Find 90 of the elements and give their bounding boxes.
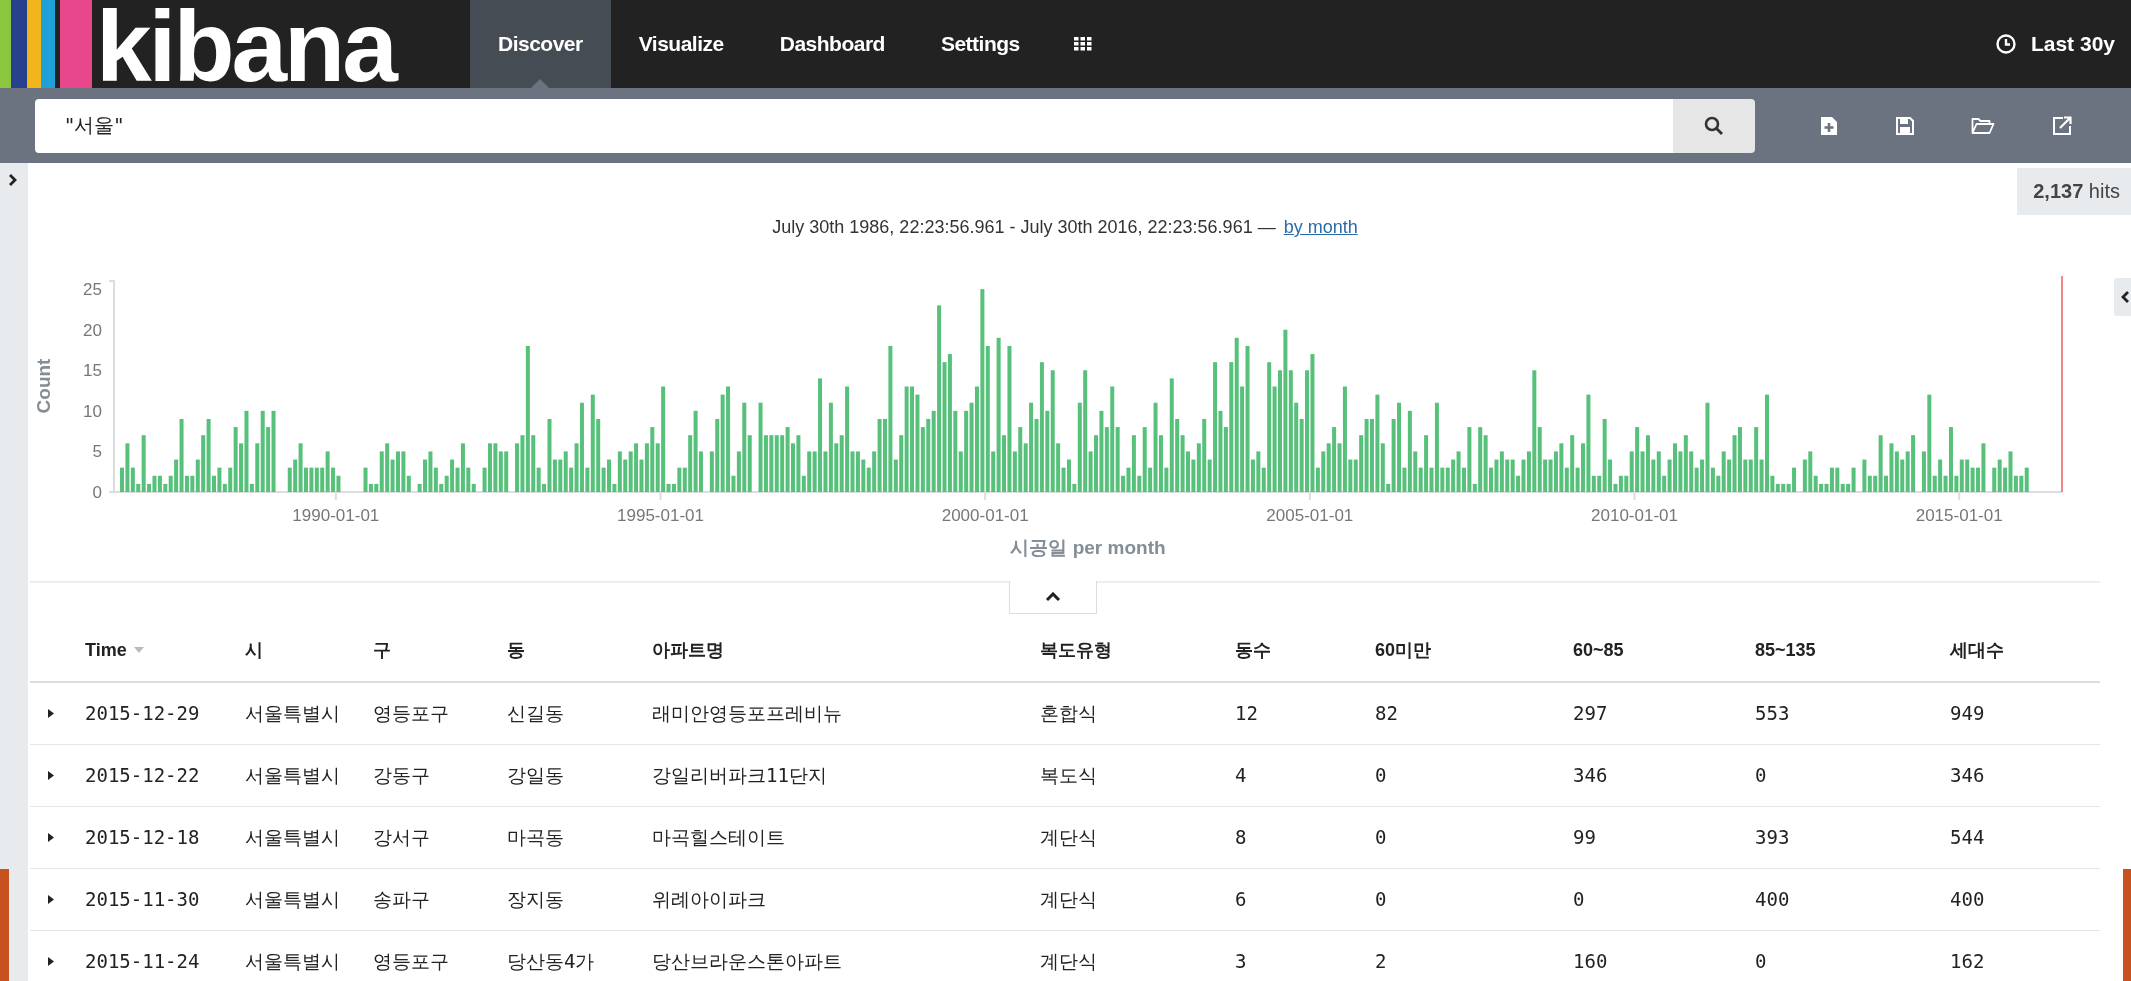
table-cell: 영등포구	[373, 701, 449, 724]
interval-link[interactable]: by month	[1283, 217, 1358, 238]
table-cell: 400	[1755, 888, 1790, 910]
table-cell: 강일동	[507, 763, 564, 786]
table-cell: 393	[1755, 826, 1790, 848]
column-header[interactable]: 85~135	[1755, 639, 1816, 661]
y-tick-label: 0	[92, 483, 102, 502]
y-axis-title: Count	[33, 358, 54, 414]
column-header[interactable]: 60~85	[1573, 639, 1624, 661]
time-range-button[interactable]: Last 30y	[1994, 0, 2131, 88]
table-cell: 서울특별시	[245, 763, 340, 786]
table-cell: 0	[1755, 764, 1767, 786]
table-cell: 6	[1235, 888, 1247, 910]
kibana-logo[interactable]: kibana	[0, 0, 440, 88]
column-header[interactable]: 아파트명	[652, 638, 724, 662]
table-cell: 서울특별시	[245, 949, 340, 972]
y-tick-label: 25	[83, 280, 102, 300]
column-header[interactable]: 구	[373, 638, 391, 662]
x-axis-title: 시공일 per month	[1010, 537, 1166, 558]
column-header[interactable]: 60미만	[1375, 638, 1432, 662]
table-cell: 949	[1950, 702, 1985, 724]
column-header[interactable]: 복도유형	[1040, 638, 1112, 662]
table-cell: 계단식	[1040, 825, 1097, 848]
table-cell: 160	[1573, 950, 1608, 972]
x-tick-label: 2005-01-01	[1266, 506, 1354, 525]
table-cell: 서울특별시	[245, 701, 340, 724]
table-cell: 혼합식	[1040, 701, 1097, 724]
y-tick-label: 10	[83, 401, 102, 421]
table-cell: 신길동	[507, 701, 564, 724]
table-cell: 2015-11-24	[85, 950, 200, 972]
y-tick-label: 20	[83, 320, 102, 340]
table-cell: 12	[1235, 702, 1258, 724]
table-cell: 복도식	[1040, 763, 1097, 786]
time-range-text: July 30th 1986, 22:23:56.961 - July 30th 2016, 22:23:56.961 —	[772, 217, 1276, 238]
y-tick-label: 15	[83, 361, 102, 381]
table-cell: 강서구	[373, 825, 430, 848]
table-cell: 0	[1375, 888, 1387, 910]
table-cell: 장지동	[507, 887, 564, 910]
table-cell: 서울특별시	[245, 825, 340, 848]
column-header[interactable]: 세대수	[1950, 638, 2004, 662]
table-cell: 99	[1573, 826, 1596, 848]
table-cell: 3	[1235, 950, 1247, 972]
table-cell: 마곡동	[507, 825, 564, 848]
x-tick-label: 1995-01-01	[617, 506, 704, 525]
column-header[interactable]: 시	[245, 638, 263, 662]
x-tick-label: 2015-01-01	[1915, 506, 2003, 525]
table-cell: 송파구	[373, 887, 430, 910]
table-cell: 4	[1235, 764, 1247, 786]
table-cell: 2015-12-18	[85, 826, 200, 848]
x-tick-label: 2000-01-01	[941, 506, 1029, 525]
table-cell: 당산동4가	[507, 949, 595, 972]
x-tick-label: 1990-01-01	[292, 506, 380, 525]
table-cell: 0	[1375, 764, 1387, 786]
table-cell: 0	[1755, 950, 1767, 972]
table-cell: 래미안영등포프레비뉴	[652, 701, 842, 724]
table-cell: 2	[1375, 950, 1387, 972]
hits-count-badge: 2,137 hits	[2017, 168, 2131, 215]
table-cell: 2015-11-30	[85, 888, 200, 910]
table-cell: 마곡힐스테이트	[652, 825, 785, 848]
table-cell: 위례아이파크	[652, 887, 766, 910]
table-cell: 서울특별시	[245, 887, 340, 910]
nav-tab[interactable]: Dashboard	[751, 0, 913, 88]
x-tick-label: 2010-01-01	[1591, 506, 1678, 525]
column-header[interactable]: 동수	[1235, 638, 1271, 662]
table-cell: 297	[1573, 702, 1608, 724]
table-cell: 544	[1950, 826, 1985, 848]
table-cell: 2015-12-29	[85, 702, 200, 724]
y-tick-label: 5	[92, 442, 102, 462]
table-cell: 당산브라운스톤아파트	[652, 949, 842, 972]
column-header[interactable]: 동	[507, 638, 525, 662]
table-cell: 2015-12-22	[85, 764, 200, 786]
search-field[interactable]: "서울"	[35, 98, 1673, 153]
table-cell: 400	[1950, 888, 1985, 910]
table-cell: 82	[1375, 702, 1398, 724]
nav-tab[interactable]: Settings	[912, 0, 1048, 88]
nav-tab[interactable]: Visualize	[610, 0, 752, 88]
table-cell: 계단식	[1040, 887, 1097, 910]
table-cell: 553	[1755, 702, 1790, 724]
table-cell: 0	[1573, 888, 1585, 910]
table-cell: 강일리버파크11단지	[652, 763, 827, 786]
table-cell: 8	[1235, 826, 1247, 848]
table-cell: 346	[1950, 764, 1985, 786]
table-cell: 0	[1375, 826, 1387, 848]
table-cell: 영등포구	[373, 949, 449, 972]
column-header[interactable]: Time	[85, 639, 127, 661]
table-cell: 계단식	[1040, 949, 1097, 972]
table-cell: 346	[1573, 764, 1608, 786]
table-cell: 162	[1950, 950, 1985, 972]
table-cell: 강동구	[373, 763, 430, 786]
nav-tab[interactable]: Discover	[470, 0, 611, 88]
